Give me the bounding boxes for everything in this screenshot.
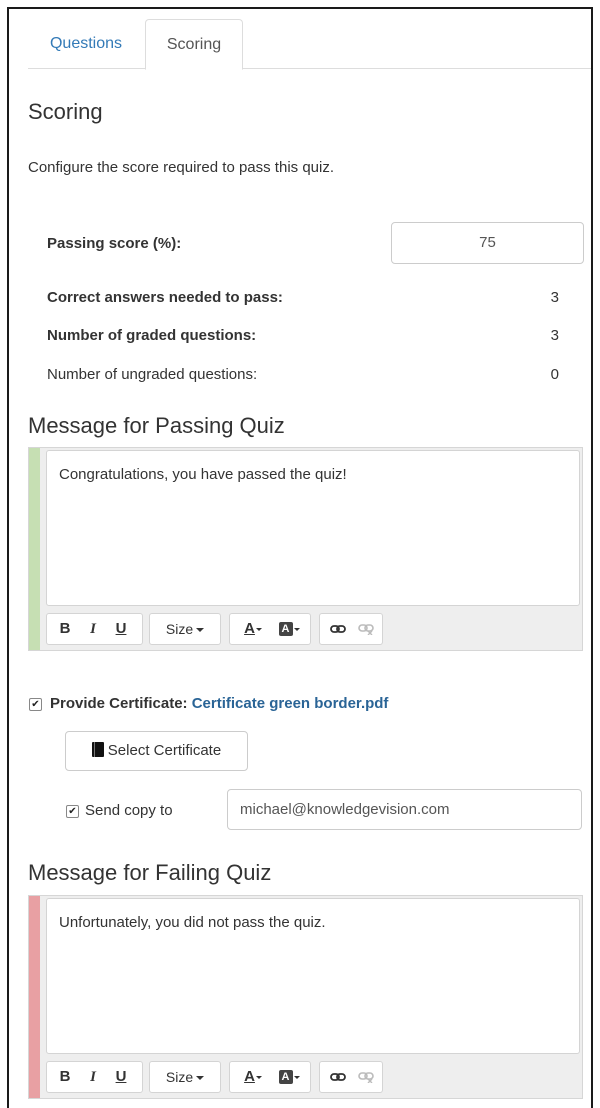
graded-questions-label: Number of graded questions: xyxy=(47,327,257,344)
font-color-icon[interactable]: A xyxy=(236,614,270,644)
provide-certificate-label: Provide Certificate: xyxy=(50,695,188,712)
select-certificate-button[interactable]: Select Certificate xyxy=(65,731,248,771)
send-copy-email-input[interactable]: michael@knowledgevision.com xyxy=(227,789,582,830)
passing-score-input[interactable]: 75 xyxy=(391,222,584,264)
bg-color-letter: A xyxy=(278,622,293,637)
size-label: Size xyxy=(165,621,194,637)
chevron-down-icon xyxy=(196,628,205,633)
passing-score-label: Passing score (%): xyxy=(47,235,182,252)
certificate-file-link[interactable]: Certificate green border.pdf xyxy=(192,695,389,712)
italic-icon[interactable]: I xyxy=(81,1062,105,1092)
fail-accent-bar xyxy=(29,896,40,1098)
send-copy-checkbox[interactable]: ✔ xyxy=(66,805,79,818)
underline-icon[interactable]: U xyxy=(109,1062,133,1092)
select-certificate-label: Select Certificate xyxy=(107,742,222,759)
unlink-icon[interactable] xyxy=(354,1062,378,1092)
size-button[interactable]: Size xyxy=(150,614,220,644)
format-group: B I U xyxy=(46,1061,143,1093)
size-dropdown[interactable]: Size xyxy=(149,613,221,645)
size-label: Size xyxy=(165,1069,194,1085)
unlink-icon[interactable] xyxy=(354,614,378,644)
link-group xyxy=(319,1061,383,1093)
ungraded-questions-label: Number of ungraded questions: xyxy=(47,366,258,383)
fail-message-textarea[interactable]: Unfortunately, you did not pass the quiz… xyxy=(46,898,580,1054)
color-group: A A xyxy=(229,613,311,645)
chevron-down-icon xyxy=(293,1075,300,1079)
link-icon[interactable] xyxy=(326,1062,350,1092)
correct-needed-value: 3 xyxy=(550,289,559,306)
tab-scoring[interactable]: Scoring xyxy=(145,19,243,70)
tab-questions[interactable]: Questions xyxy=(28,19,144,69)
italic-icon[interactable]: I xyxy=(81,614,105,644)
bg-color-icon[interactable]: A xyxy=(272,1062,306,1092)
pass-message-textarea[interactable]: Congratulations, you have passed the qui… xyxy=(46,450,580,606)
format-group: B I U xyxy=(46,613,143,645)
book-icon xyxy=(91,742,104,757)
scoring-heading: Scoring xyxy=(28,99,103,124)
send-copy-label: Send copy to xyxy=(85,802,173,819)
size-button[interactable]: Size xyxy=(150,1062,220,1092)
font-color-icon[interactable]: A xyxy=(236,1062,270,1092)
quiz-settings-panel: Questions Scoring Scoring Configure the … xyxy=(7,7,593,1108)
underline-icon[interactable]: U xyxy=(109,614,133,644)
size-dropdown[interactable]: Size xyxy=(149,1061,221,1093)
bold-icon[interactable]: B xyxy=(53,614,77,644)
chevron-down-icon xyxy=(255,1075,262,1079)
graded-questions-value: 3 xyxy=(550,327,559,344)
provide-certificate-checkbox[interactable]: ✔ xyxy=(29,698,42,711)
pass-accent-bar xyxy=(29,448,40,650)
link-group xyxy=(319,613,383,645)
ungraded-questions-value: 0 xyxy=(550,366,559,383)
provide-certificate-row: Provide Certificate: Certificate green b… xyxy=(50,695,388,712)
color-group: A A xyxy=(229,1061,311,1093)
tab-bar: Questions Scoring xyxy=(28,19,591,70)
chevron-down-icon xyxy=(255,627,262,631)
bold-icon[interactable]: B xyxy=(53,1062,77,1092)
bg-color-letter: A xyxy=(278,1070,293,1085)
chevron-down-icon xyxy=(196,1076,205,1081)
bg-color-icon[interactable]: A xyxy=(272,614,306,644)
font-color-letter: A xyxy=(244,620,255,637)
scoring-description: Configure the score required to pass thi… xyxy=(28,159,334,176)
fail-message-heading: Message for Failing Quiz xyxy=(28,860,272,885)
pass-message-editor: Congratulations, you have passed the qui… xyxy=(28,447,583,651)
pass-message-heading: Message for Passing Quiz xyxy=(28,413,285,438)
chevron-down-icon xyxy=(293,627,300,631)
correct-needed-label: Correct answers needed to pass: xyxy=(47,289,283,306)
font-color-letter: A xyxy=(244,1068,255,1085)
link-icon[interactable] xyxy=(326,614,350,644)
fail-message-editor: Unfortunately, you did not pass the quiz… xyxy=(28,895,583,1099)
